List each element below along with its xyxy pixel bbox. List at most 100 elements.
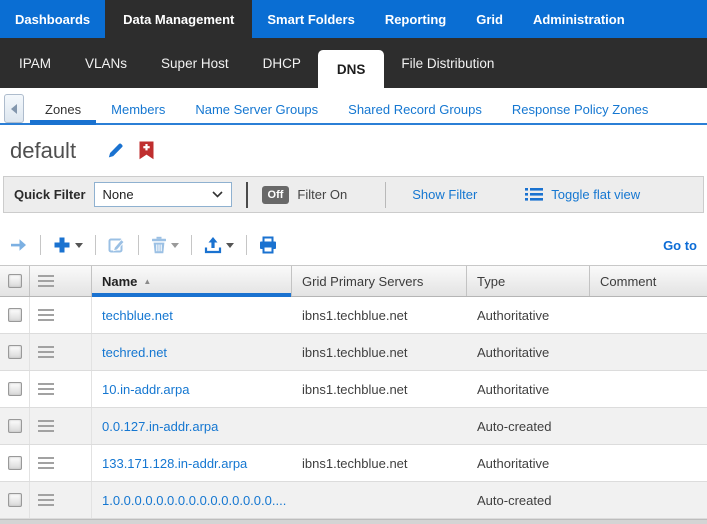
drag-handle-icon[interactable] <box>38 494 54 506</box>
subnav-item-dhcp[interactable]: DHCP <box>246 38 318 88</box>
drag-handle-icon <box>38 275 54 287</box>
go-restart-button[interactable] <box>10 238 28 252</box>
subnav-item-dns[interactable]: DNS <box>318 50 385 88</box>
zone-name-link[interactable]: techred.net <box>102 345 167 360</box>
drag-handle-icon[interactable] <box>38 346 54 358</box>
divider <box>138 235 139 255</box>
nav-item-grid[interactable]: Grid <box>461 0 518 38</box>
row-checkbox[interactable] <box>8 493 22 507</box>
divider <box>246 182 248 208</box>
table-row[interactable]: 133.171.128.in-addr.arpa ibns1.techblue.… <box>0 445 707 482</box>
table-row[interactable]: 1.0.0.0.0.0.0.0.0.0.0.0.0.0.0.0.... Auto… <box>0 482 707 519</box>
subnav-item-file-distribution[interactable]: File Distribution <box>384 38 511 88</box>
table-row[interactable]: techred.net ibns1.techblue.net Authorita… <box>0 334 707 371</box>
page-title: default <box>10 138 76 164</box>
dns-view-tabs: Zones Members Name Server Groups Shared … <box>0 93 707 125</box>
page-header: default <box>0 125 707 170</box>
tab-members[interactable]: Members <box>96 93 180 125</box>
type-cell: Authoritative <box>467 334 590 370</box>
row-checkbox[interactable] <box>8 456 22 470</box>
edit-pencil-icon <box>106 141 125 160</box>
add-bookmark-button[interactable] <box>139 141 154 160</box>
show-filter-link[interactable]: Show Filter <box>412 187 477 202</box>
nav-item-reporting[interactable]: Reporting <box>370 0 461 38</box>
zones-table: Name ▲ Grid Primary Servers Type Comment… <box>0 265 707 519</box>
zone-name-link[interactable]: 10.in-addr.arpa <box>102 382 189 397</box>
grid-primary-servers-cell <box>292 408 467 444</box>
zone-name-link[interactable]: 1.0.0.0.0.0.0.0.0.0.0.0.0.0.0.0.... <box>102 493 286 508</box>
bookmark-add-icon <box>139 141 154 160</box>
drag-handle-icon[interactable] <box>38 457 54 469</box>
table-row[interactable]: 0.0.127.in-addr.arpa Auto-created <box>0 408 707 445</box>
subnav-item-vlans[interactable]: VLANs <box>68 38 144 88</box>
grid-primary-servers-cell <box>292 482 467 518</box>
delete-trash-icon <box>151 236 167 254</box>
toggle-flat-view-button[interactable] <box>525 187 543 202</box>
comment-cell <box>590 371 707 407</box>
row-checkbox[interactable] <box>8 345 22 359</box>
grid-primary-servers-cell: ibns1.techblue.net <box>292 371 467 407</box>
quick-filter-bar: Quick Filter None Off Filter On Show Fil… <box>3 176 704 213</box>
print-icon <box>259 236 277 254</box>
drag-handle-icon[interactable] <box>38 309 54 321</box>
quick-filter-selected-value: None <box>103 187 134 202</box>
table-row[interactable]: techblue.net ibns1.techblue.net Authorit… <box>0 297 707 334</box>
nav-item-smart-folders[interactable]: Smart Folders <box>252 0 369 38</box>
export-button[interactable] <box>204 236 234 254</box>
type-cell: Auto-created <box>467 482 590 518</box>
grid-primary-servers-cell: ibns1.techblue.net <box>292 334 467 370</box>
comment-cell <box>590 297 707 333</box>
tab-response-policy-zones[interactable]: Response Policy Zones <box>497 93 664 125</box>
column-header-comment[interactable]: Comment <box>590 266 707 296</box>
nav-item-administration[interactable]: Administration <box>518 0 640 38</box>
comment-cell <box>590 408 707 444</box>
type-cell: Authoritative <box>467 297 590 333</box>
nav-item-dashboards[interactable]: Dashboards <box>0 0 105 38</box>
delete-button[interactable] <box>151 236 179 254</box>
drag-handle-icon[interactable] <box>38 420 54 432</box>
toggle-flat-view-link[interactable]: Toggle flat view <box>551 187 640 202</box>
column-header-name[interactable]: Name ▲ <box>92 266 292 296</box>
column-header-grid-primary-servers[interactable]: Grid Primary Servers <box>292 266 467 296</box>
row-checkbox[interactable] <box>8 308 22 322</box>
go-to-link[interactable]: Go to <box>663 238 697 253</box>
drag-handle-header-cell <box>30 266 92 296</box>
drag-handle-icon[interactable] <box>38 383 54 395</box>
collapse-panel-button[interactable] <box>4 94 24 123</box>
table-row[interactable]: 10.in-addr.arpa ibns1.techblue.net Autho… <box>0 371 707 408</box>
row-checkbox[interactable] <box>8 382 22 396</box>
sort-ascending-icon: ▲ <box>143 277 151 286</box>
column-header-type[interactable]: Type <box>467 266 590 296</box>
tab-name-server-groups[interactable]: Name Server Groups <box>180 93 333 125</box>
table-header-row: Name ▲ Grid Primary Servers Type Comment <box>0 266 707 297</box>
filter-on-toggle[interactable]: Off <box>262 186 290 204</box>
type-cell: Authoritative <box>467 371 590 407</box>
edit-view-button[interactable] <box>106 141 125 160</box>
dropdown-caret-icon <box>171 243 179 248</box>
zone-name-link[interactable]: 133.171.128.in-addr.arpa <box>102 456 247 471</box>
tab-zones[interactable]: Zones <box>30 93 96 125</box>
edit-button[interactable] <box>108 236 126 254</box>
subnav-item-super-host[interactable]: Super Host <box>144 38 246 88</box>
grid-primary-servers-cell: ibns1.techblue.net <box>292 297 467 333</box>
subnav-item-ipam[interactable]: IPAM <box>2 38 68 88</box>
comment-cell <box>590 334 707 370</box>
arrow-right-icon <box>10 238 28 252</box>
data-management-subnav: IPAM VLANs Super Host DHCP DNS File Dist… <box>0 38 707 88</box>
filter-on-label: Filter On <box>297 187 347 202</box>
nav-item-data-management[interactable]: Data Management <box>105 0 252 38</box>
print-button[interactable] <box>259 236 277 254</box>
zone-name-link[interactable]: 0.0.127.in-addr.arpa <box>102 419 218 434</box>
column-header-name-label: Name <box>102 274 137 289</box>
select-all-cell <box>0 266 30 296</box>
add-button[interactable] <box>53 236 83 254</box>
zone-name-link[interactable]: techblue.net <box>102 308 173 323</box>
row-checkbox[interactable] <box>8 419 22 433</box>
table-toolbar: Go to <box>0 213 707 265</box>
chevron-down-icon <box>212 191 223 198</box>
quick-filter-dropdown[interactable]: None <box>94 182 232 207</box>
quick-filter-label: Quick Filter <box>14 187 86 202</box>
tab-shared-record-groups[interactable]: Shared Record Groups <box>333 93 497 125</box>
divider <box>246 235 247 255</box>
select-all-checkbox[interactable] <box>8 274 22 288</box>
